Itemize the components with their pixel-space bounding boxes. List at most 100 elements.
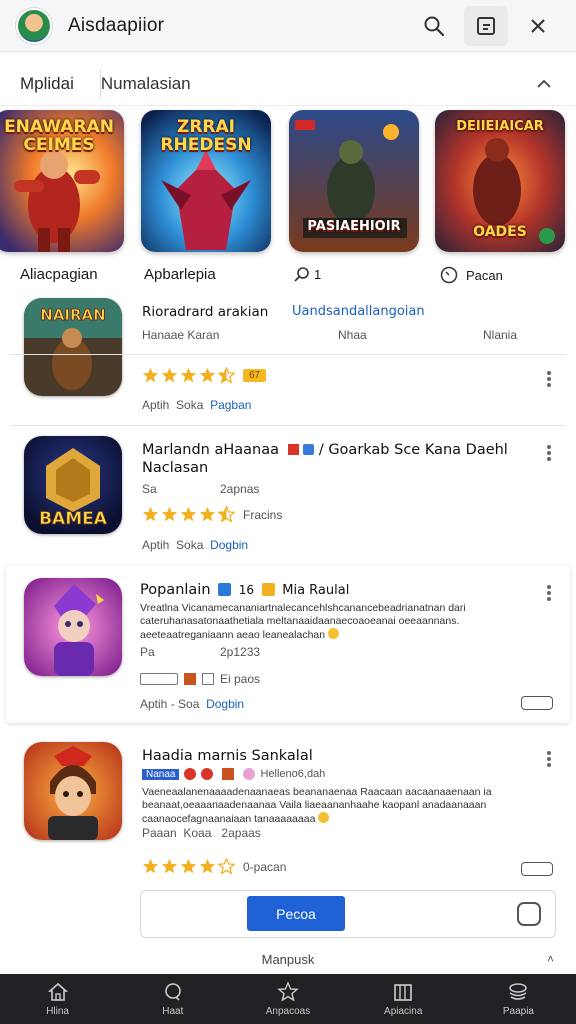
tab-numalasian[interactable]: Numalasian (101, 74, 191, 94)
app-title: Popanlain 16 Mia Raulal (140, 582, 350, 598)
rating-text: 0-pacan (243, 859, 287, 874)
app-title: Marlandn aHaanaa / Goarkab Sce Kana Daeh… (142, 442, 508, 458)
more-options-icon[interactable] (540, 442, 558, 464)
star-icon (199, 858, 216, 874)
category-label[interactable]: Aliacpagian (20, 266, 98, 283)
rating-badge: 67 (243, 369, 267, 382)
toggle-icon[interactable] (521, 696, 553, 710)
app-description: Vreatlna Vicanamecananiartnalecancehlshc… (140, 602, 466, 641)
tag-icon (202, 673, 214, 685)
search-button[interactable] (412, 6, 456, 46)
more-options-icon[interactable] (540, 582, 558, 604)
star-outline-icon (277, 981, 299, 1002)
nav-item-profile[interactable]: Paapia (461, 974, 576, 1024)
featured-carousel[interactable]: ENAWARAN CEIMES ZRRAI RHEDESN PASIAEHIOI… (0, 110, 576, 255)
app-description: Vaeneaalanenaaaadenaanaeas beananaenaa R… (142, 786, 492, 825)
emoji-icon (318, 812, 330, 823)
app-footer-link[interactable]: Pagban (210, 398, 251, 412)
avatar[interactable] (16, 7, 52, 44)
app-meta: Nhaa (338, 328, 367, 342)
featured-title: ENAWARAN CEIMES (4, 117, 114, 155)
app-title: Haadia marnis Sankalal (142, 748, 313, 764)
nav-item-library[interactable]: Apiacina (346, 974, 461, 1024)
search-icon (424, 16, 445, 36)
primary-button[interactable]: Pecoa (247, 896, 345, 931)
action-panel: Pecoa (140, 890, 556, 938)
star-icon (142, 858, 159, 874)
rating-stars: 0-pacan (142, 858, 286, 875)
chevron-up-icon (537, 79, 551, 88)
divider (10, 425, 566, 426)
featured-tile[interactable]: ZRRAI RHEDESN (141, 110, 271, 252)
featured-tile[interactable]: PASIAEHIOIR (289, 110, 419, 252)
verified-icon (218, 583, 232, 596)
nav-item-home[interactable]: Hlina (0, 974, 115, 1024)
collapse-button[interactable] (532, 72, 556, 96)
app-icon (24, 742, 122, 840)
rating-text: Fracins (243, 507, 283, 522)
emoji-icon (328, 628, 340, 639)
featured-title: DEIIEIAICAR (456, 119, 544, 134)
nav-item-chat[interactable]: Haat (115, 974, 230, 1024)
featured-title: ZRRAI RHEDESN (160, 117, 252, 155)
edit-icon[interactable] (517, 902, 541, 926)
featured-tile[interactable]: ENAWARAN CEIMES (0, 110, 124, 252)
star-half-icon (218, 367, 235, 384)
close-icon (531, 18, 545, 33)
app-meta: Nlania (483, 328, 518, 342)
tab-mplidai[interactable]: Mplidai (20, 74, 74, 94)
divider (10, 354, 566, 355)
app-meta: Sa (142, 482, 157, 496)
tab-bar: Mplidai Numalasian (0, 62, 576, 106)
app-icon (24, 578, 122, 676)
heart-icon (201, 768, 214, 780)
svg-text:BAMEA: BAMEA (39, 509, 108, 529)
category-pacan[interactable]: Pacan (440, 266, 503, 284)
app-card[interactable]: Popanlain 16 Mia Raulal Vreatlna Vicanam… (6, 566, 570, 723)
star-icon (161, 506, 178, 522)
star-icon (180, 858, 197, 874)
app-footer: Aptih Soka Dogbin (142, 538, 249, 552)
app-icon: BAMEA (24, 436, 122, 534)
rating-stars: Fracins (142, 506, 282, 523)
home-icon (47, 982, 68, 1001)
category-search[interactable]: 1 (294, 266, 321, 282)
app-meta: 2apnas (220, 482, 260, 496)
footer-note: Manpusk ˄ (0, 952, 576, 972)
app-footer: Aptih Soka Pagban (142, 398, 252, 412)
category-row: Aliacpagian Apbarlepia 1 Pacan (0, 262, 576, 290)
app-card[interactable]: NAIRAN Rioradrard arakian Uandsandallang… (0, 292, 576, 424)
star-empty-icon (218, 858, 235, 875)
tag-icon (140, 673, 178, 685)
featured-tile[interactable]: DEIIEIAICAR OADES (435, 110, 565, 252)
app-title-line2: Naclasan (142, 460, 209, 476)
footer-note-text: Manpusk (261, 952, 315, 967)
more-options-icon[interactable] (540, 368, 558, 390)
toggle-icon[interactable] (521, 862, 553, 876)
chevron-up-icon[interactable]: ˄ (547, 952, 554, 966)
window-button[interactable] (464, 5, 508, 46)
star-half-icon (218, 506, 235, 523)
bottom-nav: Hlina Haat Anpacoas Apiacina Paapia (0, 974, 576, 1024)
close-button[interactable] (516, 6, 560, 46)
app-root: Aisdaapiior Mplidai Numalasian ENAWARAN … (0, 0, 576, 1024)
app-title-link[interactable]: Uandsandallangoian (292, 304, 425, 319)
featured-subtitle: OADES (473, 224, 527, 240)
app-footer-link[interactable]: Dogbin (210, 538, 248, 552)
more-options-icon[interactable] (540, 748, 558, 770)
star-icon (180, 367, 197, 383)
app-meta: 2p1233 (220, 645, 261, 659)
category-label[interactable]: Apbarlepia (144, 266, 216, 283)
emoji-icon (243, 768, 256, 780)
tag-badge: Nanaa (142, 768, 180, 780)
app-tags: Nanaa Helleno6,dah (142, 768, 325, 780)
app-title: Aisdaapiior (68, 14, 165, 36)
nav-item-apps[interactable]: Anpacoas (230, 974, 345, 1024)
app-icon: NAIRAN (24, 298, 122, 396)
star-icon (142, 506, 159, 522)
app-footer-link[interactable]: Dogbin (206, 697, 244, 711)
clock-icon (440, 266, 458, 284)
app-meta: Pa (140, 645, 155, 659)
app-card[interactable]: BAMEA Marlandn aHaanaa / Goarkab Sce Kan… (0, 428, 576, 560)
window-icon (477, 16, 495, 35)
